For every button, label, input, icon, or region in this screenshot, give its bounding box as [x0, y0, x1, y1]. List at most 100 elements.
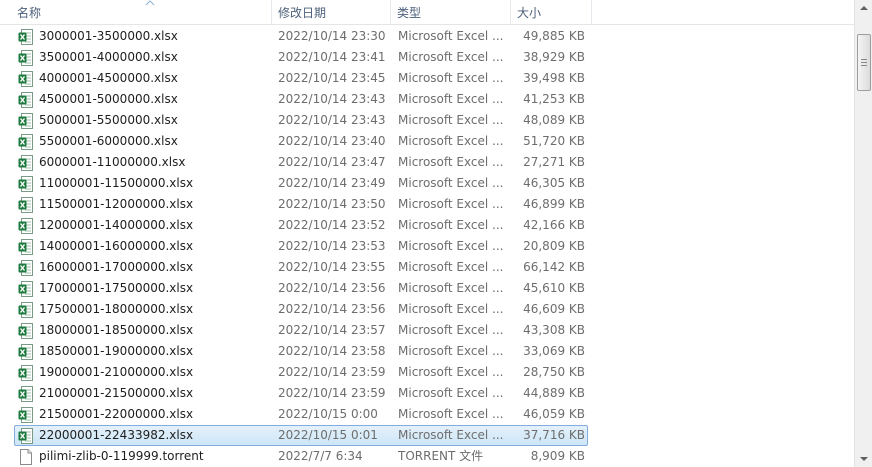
file-row[interactable]: 4500001-5000000.xlsx 2022/10/14 23:43 Micr… [14, 89, 588, 110]
file-size: 46,609 KB [523, 302, 585, 316]
file-date: 2022/10/15 0:01 [278, 428, 378, 442]
excel-file-icon [18, 92, 34, 108]
file-name: 17000001-17500000.xlsx [39, 281, 194, 295]
file-type: Microsoft Excel ... [398, 281, 504, 295]
file-type: Microsoft Excel ... [398, 407, 504, 421]
file-size: 46,899 KB [523, 197, 585, 211]
file-name: 17500001-18000000.xlsx [39, 302, 194, 316]
file-date: 2022/10/14 23:43 [278, 92, 386, 106]
file-row[interactable]: 21500001-22000000.xlsx 2022/10/15 0:00 Mic… [14, 404, 588, 425]
excel-file-icon [18, 386, 34, 402]
file-type: Microsoft Excel ... [398, 218, 504, 232]
file-row[interactable]: 21000001-21500000.xlsx 2022/10/14 23:59 Mi… [14, 383, 588, 404]
file-type: Microsoft Excel ... [398, 113, 504, 127]
file-row[interactable]: 17000001-17500000.xlsx 2022/10/14 23:56 Mi… [14, 278, 588, 299]
file-row[interactable]: 5000001-5500000.xlsx 2022/10/14 23:43 Micr… [14, 110, 588, 131]
torrent-file-icon [18, 449, 34, 465]
file-type: Microsoft Excel ... [398, 71, 504, 85]
file-type: Microsoft Excel ... [398, 50, 504, 64]
file-size: 48,089 KB [523, 113, 585, 127]
file-row[interactable]: pilimi-zlib-0-119999.torrent 2022/7/7 6:3… [14, 446, 588, 467]
file-size: 49,885 KB [523, 29, 585, 43]
file-size: 46,305 KB [523, 176, 585, 190]
file-date: 2022/10/14 23:56 [278, 302, 386, 316]
excel-file-icon [18, 407, 34, 423]
file-size: 66,142 KB [523, 260, 585, 274]
file-row[interactable]: 11000001-11500000.xlsx 2022/10/14 23:49 Mi… [14, 173, 588, 194]
file-date: 2022/10/14 23:41 [278, 50, 386, 64]
excel-file-icon [18, 197, 34, 213]
file-size: 33,069 KB [523, 344, 585, 358]
excel-file-icon [18, 365, 34, 381]
file-name: 4500001-5000000.xlsx [39, 92, 178, 106]
file-size: 45,610 KB [523, 281, 585, 295]
file-type: TORRENT 文件 [398, 449, 484, 463]
grip-line [861, 59, 867, 60]
scroll-up-button[interactable] [856, 0, 872, 17]
file-size: 28,750 KB [523, 365, 585, 379]
column-header-size[interactable]: 大小 [511, 0, 592, 25]
column-header-type[interactable]: 类型 [391, 0, 511, 25]
file-date: 2022/10/14 23:50 [278, 197, 386, 211]
file-name: 11000001-11500000.xlsx [39, 176, 194, 190]
file-name: pilimi-zlib-0-119999.torrent [39, 449, 204, 463]
file-size: 27,271 KB [523, 155, 585, 169]
file-name: 21500001-22000000.xlsx [39, 407, 194, 421]
scroll-thumb[interactable] [857, 34, 871, 91]
vertical-scrollbar[interactable] [854, 0, 872, 467]
file-row[interactable]: 22000001-22433982.xlsx 2022/10/15 0:01 Mic… [14, 425, 588, 446]
file-date: 2022/10/14 23:49 [278, 176, 386, 190]
file-type: Microsoft Excel ... [398, 197, 504, 211]
column-header-type-label: 类型 [397, 6, 422, 20]
arrow-up-icon [860, 6, 868, 10]
column-header-bar: 名称 修改日期 类型 大小 [0, 0, 854, 25]
column-header-date[interactable]: 修改日期 [272, 0, 391, 25]
excel-file-icon [18, 260, 34, 276]
file-row[interactable]: 4000001-4500000.xlsx 2022/10/14 23:45 Micr… [14, 68, 588, 89]
scroll-down-button[interactable] [856, 450, 872, 467]
file-type: Microsoft Excel ... [398, 239, 504, 253]
file-size: 8,909 KB [530, 449, 585, 463]
column-header-size-label: 大小 [517, 6, 542, 20]
file-row[interactable]: 3000001-3500000.xlsx 2022/10/14 23:30 Micr… [14, 26, 588, 47]
file-name: 3500001-4000000.xlsx [39, 50, 178, 64]
file-name: 21000001-21500000.xlsx [39, 386, 194, 400]
file-name: 14000001-16000000.xlsx [39, 239, 194, 253]
file-row[interactable]: 17500001-18000000.xlsx 2022/10/14 23:56 Mi… [14, 299, 588, 320]
file-row[interactable]: 19000001-21000000.xlsx 2022/10/14 23:59 Mi… [14, 362, 588, 383]
file-row[interactable]: 3500001-4000000.xlsx 2022/10/14 23:41 Micr… [14, 47, 588, 68]
file-row[interactable]: 6000001-11000000.xlsx 2022/10/14 23:47 Mic… [14, 152, 588, 173]
arrow-down-icon [860, 457, 868, 461]
file-type: Microsoft Excel ... [398, 428, 504, 442]
file-size: 43,308 KB [523, 323, 585, 337]
file-row[interactable]: 12000001-14000000.xlsx 2022/10/14 23:52 Mi… [14, 215, 588, 236]
file-row[interactable]: 5500001-6000000.xlsx 2022/10/14 23:40 Micr… [14, 131, 588, 152]
excel-file-icon [18, 344, 34, 360]
file-size: 20,809 KB [523, 239, 585, 253]
file-row[interactable]: 18500001-19000000.xlsx 2022/10/14 23:58 Mi… [14, 341, 588, 362]
excel-file-icon [18, 155, 34, 171]
column-header-name[interactable]: 名称 [11, 0, 272, 25]
file-name: 6000001-11000000.xlsx [39, 155, 186, 169]
excel-file-icon [18, 29, 34, 45]
file-type: Microsoft Excel ... [398, 92, 504, 106]
file-size: 42,166 KB [523, 218, 585, 232]
file-size: 51,720 KB [523, 134, 585, 148]
file-date: 2022/10/14 23:56 [278, 281, 386, 295]
file-date: 2022/10/14 23:52 [278, 218, 386, 232]
file-name: 12000001-14000000.xlsx [39, 218, 194, 232]
file-size: 37,716 KB [523, 428, 585, 442]
file-row[interactable]: 18000001-18500000.xlsx 2022/10/14 23:57 Mi… [14, 320, 588, 341]
file-name: 19000001-21000000.xlsx [39, 365, 194, 379]
file-date: 2022/10/14 23:59 [278, 386, 386, 400]
file-type: Microsoft Excel ... [398, 29, 504, 43]
file-type: Microsoft Excel ... [398, 386, 504, 400]
file-size: 44,889 KB [523, 386, 585, 400]
file-row[interactable]: 16000001-17000000.xlsx 2022/10/14 23:55 Mi… [14, 257, 588, 278]
file-row[interactable]: 11500001-12000000.xlsx 2022/10/14 23:50 Mi… [14, 194, 588, 215]
file-name: 18500001-19000000.xlsx [39, 344, 194, 358]
file-name: 11500001-12000000.xlsx [39, 197, 194, 211]
file-row[interactable]: 14000001-16000000.xlsx 2022/10/14 23:53 Mi… [14, 236, 588, 257]
file-name: 5000001-5500000.xlsx [39, 113, 178, 127]
file-date: 2022/10/15 0:00 [278, 407, 378, 421]
